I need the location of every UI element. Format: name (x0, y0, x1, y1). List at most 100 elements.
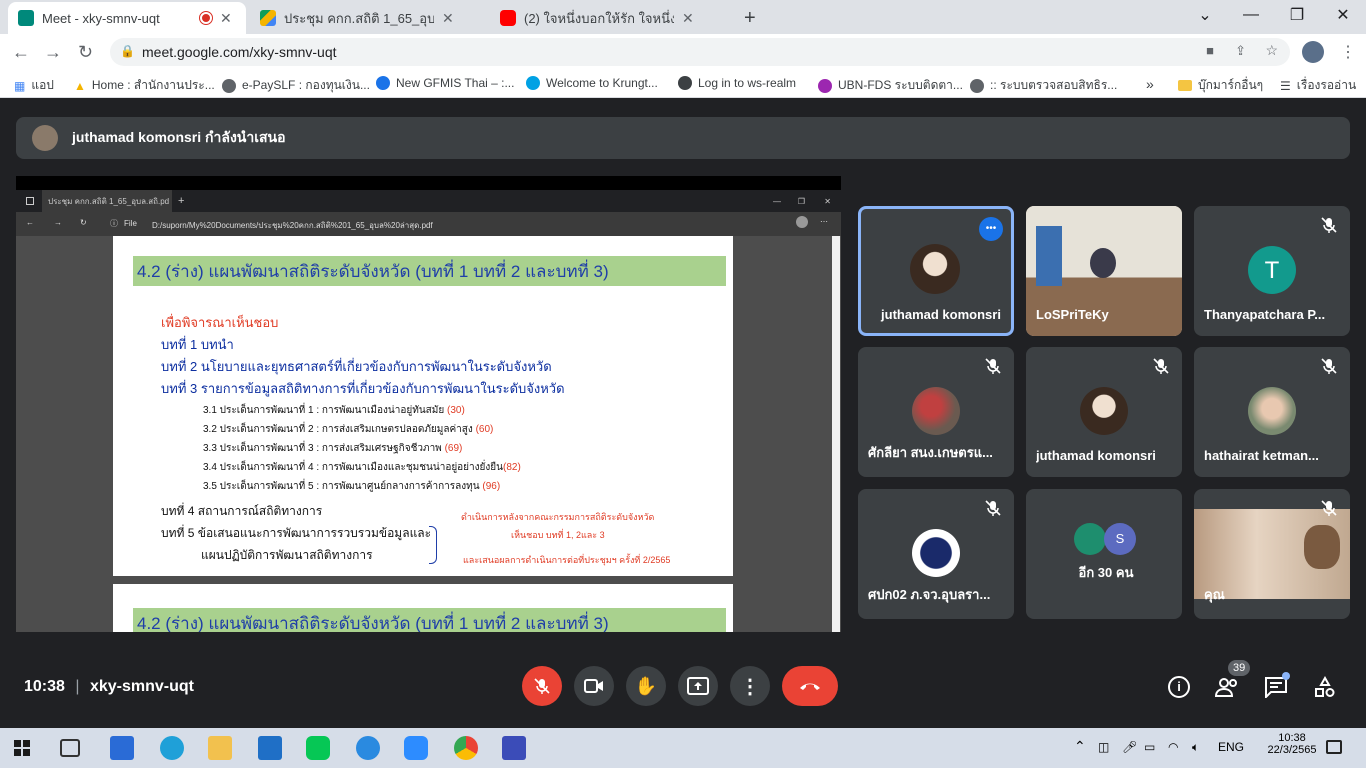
participant-tile[interactable]: ศักลียา สนง.เกษตรแ... (858, 347, 1014, 477)
camera-toggle-button[interactable] (574, 666, 614, 706)
video-feed (1036, 226, 1062, 286)
bookmark-item[interactable]: ▲ Home : สำนักงานประ... (74, 76, 215, 95)
zoom-icon[interactable] (404, 736, 428, 760)
reading-list-button[interactable]: ☰ เรื่องรออ่าน (1280, 76, 1356, 95)
internet-explorer-icon[interactable] (356, 736, 380, 760)
participant-tile[interactable]: T Thanyapatchara P... (1194, 206, 1350, 336)
people-button[interactable]: 39 (1214, 660, 1251, 703)
participant-tile[interactable]: คุณ (1194, 489, 1350, 619)
presenter-avatar (32, 125, 58, 151)
other-bookmarks-folder[interactable]: บุ๊กมาร์กอื่นๆ (1178, 76, 1263, 95)
mic-toggle-button[interactable] (522, 666, 562, 706)
activities-button[interactable] (1314, 675, 1336, 703)
profile-avatar[interactable] (1302, 41, 1324, 63)
meeting-details-icon[interactable]: i (1168, 676, 1190, 698)
task-view-icon[interactable] (60, 739, 80, 757)
taskbar-time: 10:38 (1278, 732, 1306, 744)
mic-off-icon (1320, 499, 1338, 517)
raise-hand-button[interactable]: ✋ (626, 666, 666, 706)
people-count-badge: 39 (1228, 660, 1251, 676)
window-icon (26, 197, 34, 205)
participant-tile[interactable]: ศปก02 ภ.จว.อุบลรา... (858, 489, 1014, 619)
wifi-icon[interactable]: ◠ (1168, 740, 1178, 754)
close-window-icon[interactable]: ✕ (1320, 0, 1366, 30)
avatar (910, 244, 960, 294)
forward-icon[interactable]: → (44, 42, 62, 63)
windows-start-icon[interactable] (14, 740, 30, 756)
camera-icon[interactable]: ■ (1206, 43, 1214, 58)
notification-icon[interactable] (1326, 740, 1342, 754)
bookmarks-overflow-button[interactable]: » (1146, 76, 1154, 92)
purpose-text: เพื่อพิจารณาเห็นชอบ (161, 315, 279, 330)
present-button[interactable] (678, 666, 718, 706)
clock-time: 10:38 (24, 678, 65, 695)
language-indicator[interactable]: ENG (1218, 740, 1244, 754)
chrome-icon[interactable] (454, 736, 478, 760)
microphone-icon[interactable]: 🎤︎ (1122, 740, 1137, 754)
participant-tile[interactable]: hathairat ketman... (1194, 347, 1350, 477)
share-icon[interactable]: ⇪ (1235, 43, 1246, 59)
reload-icon[interactable]: ↻ (78, 42, 93, 63)
close-icon[interactable]: ✕ (220, 10, 232, 27)
leave-call-button[interactable] (782, 666, 838, 706)
bookmark-item[interactable]: e-PaySLF : กองทุนเงิน... (222, 76, 370, 95)
bookmark-item[interactable]: New GFMIS Thai – :... (376, 76, 514, 90)
bookmark-apps[interactable]: ▦ แอป (14, 76, 54, 95)
tab-pdf[interactable]: ประชุม คกก.สถิติ 1_65_อุบล.pdf - Go ✕ (250, 2, 488, 34)
close-icon[interactable]: ✕ (442, 10, 454, 27)
mail-icon[interactable] (258, 736, 282, 760)
more-options-button[interactable]: ⋮ (730, 666, 770, 706)
chevron-up-icon[interactable]: ⌃ (1074, 738, 1086, 755)
reload-icon: ↻ (80, 218, 87, 227)
tab-youtube[interactable]: (2) ใจหนึ่งบอกให้รัก ใจหนึ่งบอกให้รอ "ใ … (490, 2, 728, 34)
file-explorer-icon[interactable] (208, 736, 232, 760)
krungthai-icon (526, 76, 540, 90)
unread-dot (1282, 672, 1290, 680)
close-icon[interactable]: ✕ (682, 10, 694, 27)
participant-tile[interactable]: juthamad komonsri (1026, 347, 1182, 477)
tray-device-icon[interactable]: ◫ (1098, 740, 1109, 754)
line-icon[interactable] (306, 736, 330, 760)
participant-tile[interactable]: LoSPriTeKy (1026, 206, 1182, 336)
shared-browser-titlebar: ประชุม คกก.สถิติ 1_65_อุบล.สถิ.pd + — ❐ … (16, 189, 841, 213)
bookmark-item[interactable]: UBN-FDS ระบบติดตา... (818, 76, 963, 95)
webex-icon[interactable] (502, 736, 526, 760)
battery-icon[interactable]: ▭ (1144, 740, 1155, 754)
store-icon[interactable] (110, 736, 134, 760)
edge-icon[interactable] (160, 736, 184, 760)
warning-icon: ▲ (74, 78, 86, 93)
back-icon[interactable]: ← (12, 42, 30, 63)
bookmark-label: แอป (31, 78, 54, 92)
participant-tile[interactable]: S อีก 30 คน (1026, 489, 1182, 619)
close-icon: ✕ (824, 196, 831, 206)
taskbar-clock[interactable]: 10:38 22/3/2565 (1266, 732, 1318, 756)
mic-off-icon (1320, 357, 1338, 375)
bookmark-label: New GFMIS Thai – :... (396, 76, 515, 90)
video-feed (1090, 248, 1116, 278)
bookmark-label: :: ระบบตรวจสอบสิทธิร... (990, 78, 1118, 92)
pdf-scrollbar[interactable] (832, 236, 840, 632)
maximize-icon[interactable]: ❐ (1274, 0, 1320, 30)
bookmark-item[interactable]: :: ระบบตรวจสอบสิทธิร... (970, 76, 1117, 95)
presenter-banner-text: juthamad komonsri กำลังนำเสนอ (72, 129, 286, 145)
new-tab-button[interactable]: + (734, 2, 766, 34)
tab-search-icon[interactable]: ⌄ (1182, 0, 1228, 30)
volume-icon[interactable]: 🔈︎ (1192, 740, 1199, 755)
menu-icon[interactable]: ⋮ (1340, 42, 1356, 62)
participant-tile[interactable]: ••• juthamad komonsri (858, 206, 1014, 336)
taskbar-date: 22/3/2565 (1267, 744, 1317, 756)
avatar: S (1104, 523, 1136, 555)
bookmark-star-icon[interactable]: ☆ (1265, 42, 1278, 59)
participant-name: ศปก02 ภ.จว.อุบลรา... (868, 587, 991, 602)
chat-button[interactable] (1264, 672, 1290, 703)
note-text: เห็นชอบ บทที่ 1, 2และ 3 (511, 530, 605, 540)
menu-icon: ⋯ (820, 217, 828, 226)
tab-meet[interactable]: Meet - xky-smnv-uqt ✕ (8, 2, 246, 34)
hand-icon: ✋ (634, 675, 658, 696)
mic-off-icon (534, 678, 550, 694)
bookmark-item[interactable]: Welcome to Krungt... (526, 76, 658, 90)
meeting-info: 10:38 | xky-smnv-uqt (24, 678, 194, 696)
minimize-icon[interactable]: — (1228, 0, 1274, 30)
url-input[interactable]: 🔒 meet.google.com/xky-smnv-uqt ■ ⇪ ☆ (110, 38, 1290, 66)
bookmark-item[interactable]: Log in to ws-realm (678, 76, 796, 90)
